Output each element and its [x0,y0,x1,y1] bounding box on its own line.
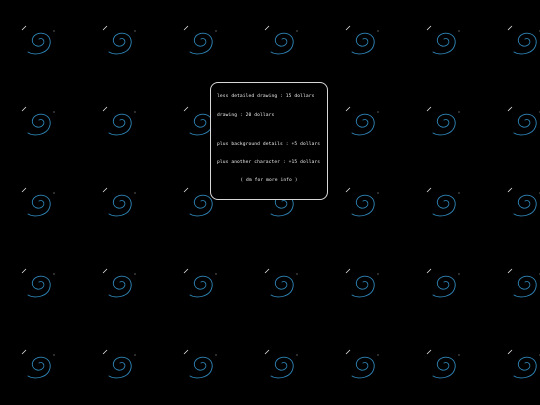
swirl-doodle-icon [504,103,540,143]
swirl-doodle-icon [18,346,58,386]
swirl-doodle-icon [342,265,382,305]
swirl-doodle-icon [180,346,220,386]
swirl-doodle-icon [99,346,139,386]
price-list-card: less detailed drawing : 15 dollars drawi… [210,82,328,200]
swirl-doodle-icon [423,184,463,224]
price-less-detailed-drawing: less detailed drawing : 15 dollars [217,94,315,99]
dm-for-info-note: ( dm for more info ) [240,178,298,183]
swirl-doodle-icon [180,22,220,62]
swirl-doodle-icon [423,346,463,386]
swirl-doodle-icon [342,184,382,224]
swirl-doodle-icon [423,103,463,143]
swirl-doodle-icon [261,346,301,386]
swirl-doodle-icon [342,346,382,386]
swirl-doodle-icon [99,265,139,305]
swirl-doodle-icon [99,22,139,62]
swirl-doodle-icon [18,22,58,62]
swirl-doodle-icon [504,346,540,386]
swirl-doodle-icon [99,103,139,143]
price-another-character: plus another character : +15 dollars [217,160,321,165]
swirl-doodle-icon [180,265,220,305]
swirl-doodle-icon [18,184,58,224]
swirl-doodle-icon [504,22,540,62]
swirl-doodle-icon [99,184,139,224]
swirl-doodle-icon [342,22,382,62]
swirl-doodle-icon [504,184,540,224]
price-drawing: drawing : 20 dollars [217,113,275,118]
page: less detailed drawing : 15 dollars drawi… [0,0,540,405]
swirl-doodle-icon [18,103,58,143]
swirl-doodle-icon [423,22,463,62]
swirl-pattern-background [0,0,540,405]
swirl-doodle-icon [423,265,463,305]
swirl-doodle-icon [342,103,382,143]
swirl-doodle-icon [504,265,540,305]
swirl-doodle-icon [261,265,301,305]
price-background-details: plus background details : +5 dollars [217,142,321,147]
swirl-doodle-icon [261,22,301,62]
swirl-doodle-icon [18,265,58,305]
